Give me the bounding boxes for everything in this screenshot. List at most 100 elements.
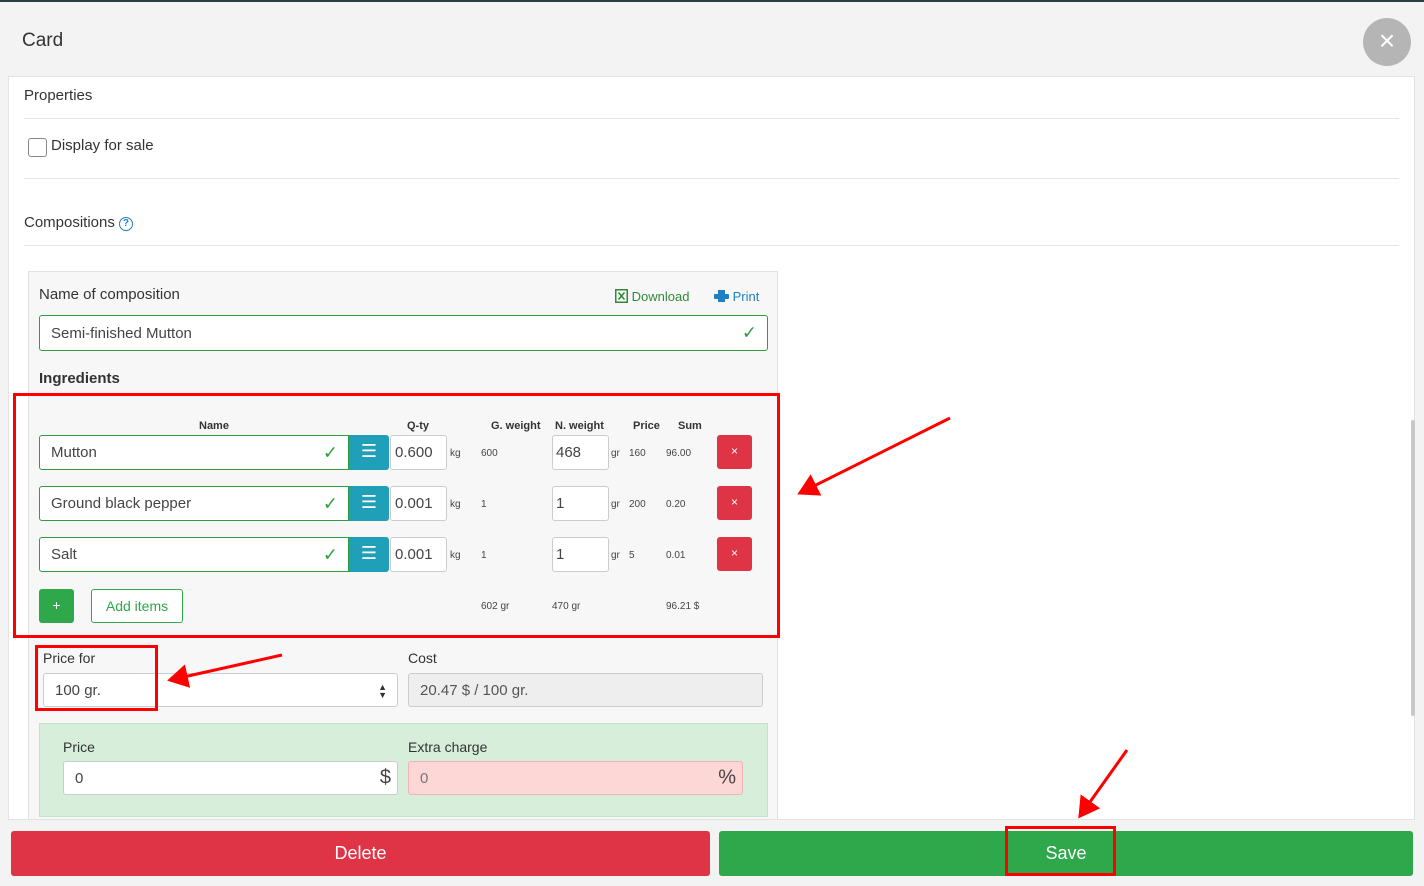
modal-title: Card bbox=[22, 30, 64, 51]
nweight-value: 1 bbox=[556, 495, 565, 512]
print-label: Print bbox=[732, 289, 760, 304]
col-nweight-header: N. weight bbox=[555, 420, 604, 432]
ingredient-list-button[interactable]: ☰ bbox=[349, 537, 389, 572]
price-for-value: 100 gr. bbox=[55, 681, 101, 699]
sum-value: 0.20 bbox=[666, 499, 686, 510]
gweight-value: 600 bbox=[481, 448, 498, 459]
ingredient-list-button[interactable]: ☰ bbox=[349, 435, 389, 470]
percent-icon: % bbox=[718, 766, 736, 789]
nweight-unit: gr bbox=[611, 499, 620, 510]
price-value: 5 bbox=[629, 550, 635, 561]
excel-icon bbox=[615, 289, 628, 303]
close-button[interactable]: × bbox=[1363, 18, 1411, 66]
delete-button[interactable]: Delete bbox=[11, 831, 710, 876]
ingredient-name-input[interactable]: Salt ✓ bbox=[39, 537, 349, 572]
display-for-sale-label: Display for sale bbox=[51, 137, 154, 154]
cost-value: 20.47 $ / 100 gr. bbox=[420, 681, 529, 699]
gweight-value: 1 bbox=[481, 499, 487, 510]
cost-label: Cost bbox=[408, 650, 437, 666]
composition-name-input[interactable]: Semi-finished Mutton ✓ bbox=[39, 315, 768, 351]
nweight-input[interactable]: 1 bbox=[552, 537, 609, 572]
price-value: 0 bbox=[75, 769, 84, 787]
total-sum: 96.21 $ bbox=[666, 601, 700, 612]
ingredient-name-value: Mutton bbox=[51, 444, 97, 461]
ingredients-heading: Ingredients bbox=[39, 370, 120, 387]
valid-check-icon: ✓ bbox=[322, 442, 338, 462]
printer-icon bbox=[714, 290, 729, 302]
print-link[interactable]: Print bbox=[714, 289, 759, 304]
qty-input[interactable]: 0.001 bbox=[390, 537, 447, 572]
add-row-button[interactable]: + bbox=[39, 589, 74, 623]
price-label: Price bbox=[63, 739, 95, 755]
save-button[interactable]: Save bbox=[719, 831, 1413, 876]
price-for-label: Price for bbox=[43, 650, 96, 666]
ingredient-name-input[interactable]: Ground black pepper ✓ bbox=[39, 486, 349, 521]
divider bbox=[24, 245, 1399, 246]
nweight-input[interactable]: 1 bbox=[552, 486, 609, 521]
total-gweight: 602 gr bbox=[481, 601, 510, 612]
qty-value: 0.001 bbox=[395, 546, 433, 563]
valid-check-icon: ✓ bbox=[322, 544, 338, 564]
col-name-header: Name bbox=[199, 420, 229, 432]
price-value: 160 bbox=[629, 448, 646, 459]
sum-value: 0.01 bbox=[666, 550, 686, 561]
add-items-button[interactable]: Add items bbox=[91, 589, 183, 623]
qty-input[interactable]: 0.001 bbox=[390, 486, 447, 521]
sum-value: 96.00 bbox=[666, 448, 692, 459]
divider bbox=[24, 118, 1399, 119]
extra-charge-input[interactable]: 0 % bbox=[408, 761, 743, 795]
qty-unit: kg bbox=[450, 550, 461, 561]
valid-check-icon: ✓ bbox=[322, 493, 338, 513]
qty-unit: kg bbox=[450, 448, 461, 459]
cost-field: 20.47 $ / 100 gr. bbox=[408, 673, 763, 707]
price-input[interactable]: 0 $ bbox=[63, 761, 398, 795]
display-for-sale-checkbox[interactable] bbox=[28, 138, 47, 157]
gweight-value: 1 bbox=[481, 550, 487, 561]
delete-ingredient-button[interactable]: × bbox=[717, 537, 752, 571]
col-gweight-header: G. weight bbox=[491, 420, 541, 432]
list-icon: ☰ bbox=[360, 441, 378, 461]
download-label: Download bbox=[631, 289, 690, 304]
price-value: 200 bbox=[629, 499, 646, 510]
help-icon[interactable]: ? bbox=[118, 217, 133, 231]
qty-value: 0.001 bbox=[395, 495, 433, 512]
ingredient-name-value: Salt bbox=[51, 546, 77, 563]
valid-check-icon: ✓ bbox=[741, 322, 757, 343]
divider bbox=[24, 178, 1399, 179]
dollar-icon: $ bbox=[379, 766, 391, 789]
qty-value: 0.600 bbox=[395, 444, 433, 461]
nweight-value: 1 bbox=[556, 546, 565, 563]
ingredient-name-value: Ground black pepper bbox=[51, 495, 192, 512]
delete-ingredient-button[interactable]: × bbox=[717, 486, 752, 520]
col-price-header: Price bbox=[633, 420, 660, 432]
list-icon: ☰ bbox=[360, 543, 378, 563]
nweight-input[interactable]: 468 bbox=[552, 435, 609, 470]
modal-header: Card × bbox=[0, 2, 1424, 76]
plus-icon: + bbox=[52, 597, 61, 613]
composition-name-value: Semi-finished Mutton bbox=[51, 324, 192, 342]
card-panel: Properties Display for sale Compositions… bbox=[8, 76, 1415, 820]
nweight-unit: gr bbox=[611, 448, 620, 459]
scrollbar[interactable] bbox=[1411, 420, 1415, 716]
download-link[interactable]: Download bbox=[615, 289, 689, 304]
ingredient-name-input[interactable]: Mutton ✓ bbox=[39, 435, 349, 470]
close-icon: × bbox=[730, 546, 738, 560]
qty-input[interactable]: 0.600 bbox=[390, 435, 447, 470]
ingredient-list-button[interactable]: ☰ bbox=[349, 486, 389, 521]
qty-unit: kg bbox=[450, 499, 461, 510]
list-icon: ☰ bbox=[360, 492, 378, 512]
select-arrows-icon: ▲ ▼ bbox=[378, 682, 387, 700]
extra-charge-value: 0 bbox=[420, 769, 429, 787]
compositions-heading-text: Compositions bbox=[24, 214, 115, 231]
extra-charge-label: Extra charge bbox=[408, 739, 488, 755]
price-box: Price 0 $ Extra charge 0 % bbox=[39, 723, 768, 817]
composition-name-label: Name of composition bbox=[39, 286, 180, 303]
close-icon: × bbox=[1378, 25, 1396, 56]
price-for-select[interactable]: 100 gr. ▲ ▼ bbox=[43, 673, 398, 707]
total-nweight: 470 gr bbox=[552, 601, 581, 612]
nweight-value: 468 bbox=[556, 444, 582, 461]
col-sum-header: Sum bbox=[678, 420, 702, 432]
properties-heading: Properties bbox=[24, 87, 93, 104]
delete-ingredient-button[interactable]: × bbox=[717, 435, 752, 469]
close-icon: × bbox=[730, 495, 738, 509]
